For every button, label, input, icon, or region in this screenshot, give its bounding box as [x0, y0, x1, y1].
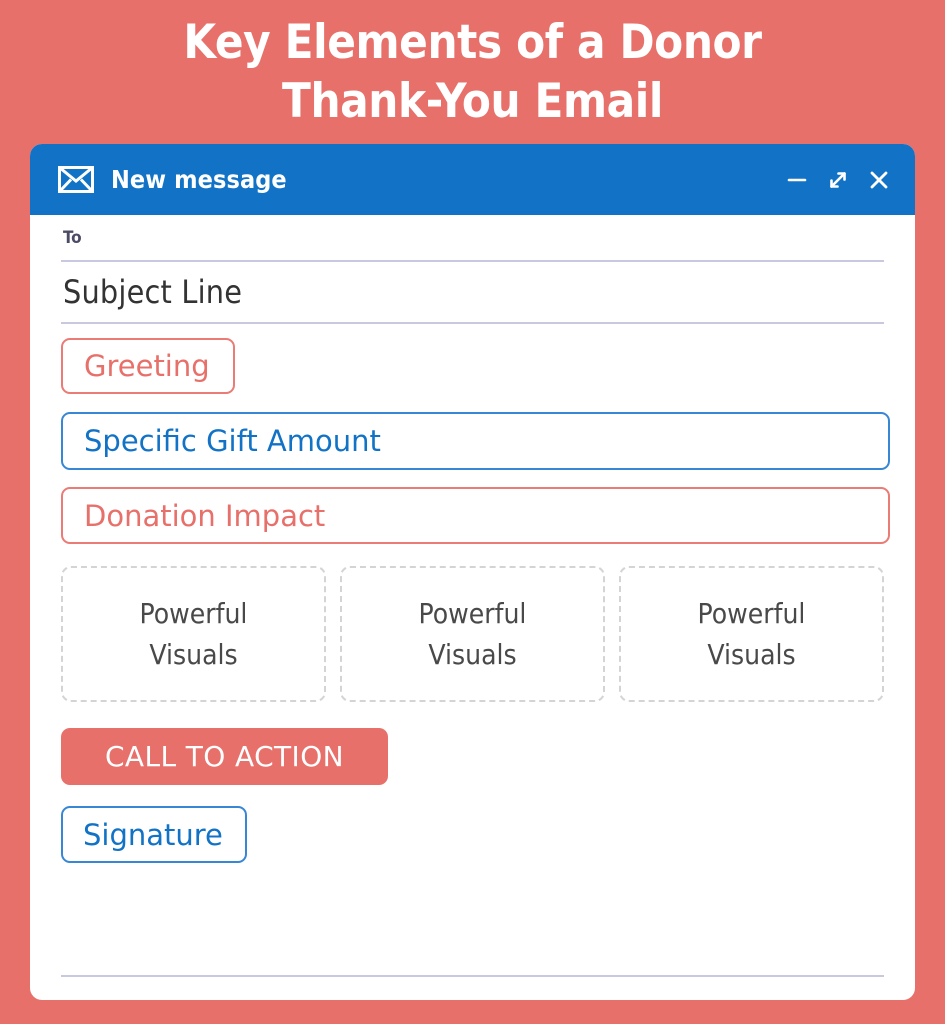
body-blocks: Greeting Specific Gift Amount Donation I… [61, 324, 890, 544]
visual-2-line-2: Visuals [428, 638, 517, 671]
visual-1-line-1: Powerful [139, 597, 248, 630]
visual-1-line-2: Visuals [149, 638, 238, 671]
to-label: To [63, 227, 82, 248]
block-gift-label: Specific Gift Amount [84, 424, 381, 458]
visual-2-line-1: Powerful [418, 597, 527, 630]
diagonal-arrows-icon[interactable] [826, 168, 850, 192]
visual-placeholder-2[interactable]: Powerful Visuals [340, 566, 605, 702]
toolbar-divider [61, 975, 884, 977]
call-to-action-button[interactable]: CALL TO ACTION [61, 728, 388, 785]
subject-input[interactable]: Subject Line [61, 273, 242, 311]
window-controls [785, 168, 891, 192]
compose-title: New message [111, 165, 287, 194]
block-greeting[interactable]: Greeting [61, 338, 235, 394]
block-specific-gift-amount[interactable]: Specific Gift Amount [61, 412, 890, 470]
compose-window: New message To Subject Line Greeting Spe… [30, 144, 915, 1000]
page-title-line-1: Key Elements of a Donor [183, 15, 762, 70]
compose-toolbar: SEND [61, 997, 884, 1000]
block-impact-label: Donation Impact [84, 498, 326, 533]
compose-body: To Subject Line Greeting Specific Gift A… [30, 215, 915, 977]
to-field-row[interactable]: To [61, 215, 884, 262]
visual-placeholder-3[interactable]: Powerful Visuals [619, 566, 884, 702]
compose-header: New message [30, 144, 915, 215]
block-donation-impact[interactable]: Donation Impact [61, 487, 890, 544]
block-greeting-label: Greeting [84, 349, 210, 383]
close-icon[interactable] [867, 168, 891, 192]
cta-label: CALL TO ACTION [104, 740, 344, 773]
page-title-line-2: Thank-You Email [282, 74, 663, 129]
signature-label: Signature [83, 817, 223, 852]
page-title: Key Elements of a Donor Thank-You Email [0, 0, 945, 131]
subject-field-row[interactable]: Subject Line [61, 262, 884, 324]
envelope-icon [58, 166, 94, 193]
minus-icon[interactable] [785, 168, 809, 192]
signature-block[interactable]: Signature [61, 806, 247, 863]
powerful-visuals-row: Powerful Visuals Powerful Visuals Powerf… [61, 566, 884, 702]
visual-3-line-2: Visuals [707, 638, 796, 671]
visual-placeholder-1[interactable]: Powerful Visuals [61, 566, 326, 702]
visual-3-line-1: Powerful [697, 597, 806, 630]
